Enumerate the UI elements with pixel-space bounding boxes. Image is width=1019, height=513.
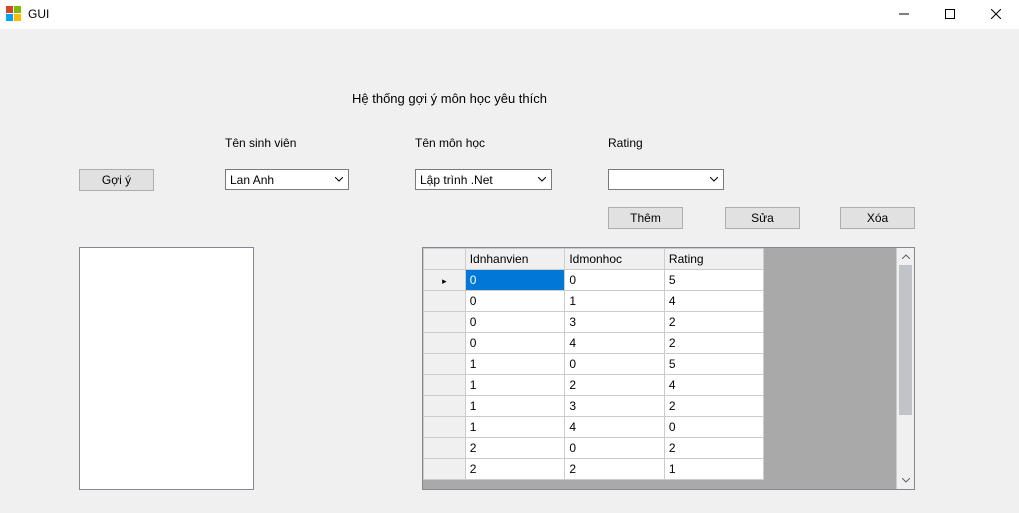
grid-cell[interactable]: 5	[664, 354, 763, 375]
grid-cell-spacer	[764, 354, 896, 375]
page-heading: Hệ thống gợi ý môn học yêu thích	[352, 91, 547, 106]
table-row[interactable]: 014	[424, 291, 896, 312]
student-label: Tên sinh viên	[225, 136, 296, 150]
grid-row-header[interactable]	[424, 291, 466, 312]
grid-cell-spacer	[764, 396, 896, 417]
grid-cell[interactable]: 2	[664, 438, 763, 459]
grid-cell[interactable]: 1	[465, 375, 565, 396]
grid-cell[interactable]: 4	[565, 417, 665, 438]
grid-cell[interactable]: 1	[664, 459, 763, 480]
add-button[interactable]: Thêm	[608, 207, 683, 229]
table-row[interactable]: 202	[424, 438, 896, 459]
grid-cell[interactable]: 0	[565, 438, 665, 459]
grid-cell[interactable]: 2	[664, 312, 763, 333]
grid-cell[interactable]: 0	[465, 291, 565, 312]
grid-cell[interactable]: 0	[664, 417, 763, 438]
maximize-button[interactable]	[927, 0, 973, 28]
table-row[interactable]: 221	[424, 459, 896, 480]
grid-cell[interactable]: 2	[664, 396, 763, 417]
rating-label: Rating	[608, 136, 643, 150]
grid-cell-spacer	[764, 291, 896, 312]
student-combobox[interactable]: Lan Anh	[225, 169, 349, 190]
delete-button[interactable]: Xóa	[840, 207, 915, 229]
window-title: GUI	[28, 7, 49, 21]
suggest-button-label: Gợi ý	[102, 173, 131, 187]
grid-cell-spacer	[764, 438, 896, 459]
grid-scrollbar-vertical[interactable]	[896, 248, 914, 489]
edit-button-label: Sửa	[751, 211, 774, 225]
student-combobox-value: Lan Anh	[230, 173, 274, 187]
grid-cell[interactable]: 0	[565, 354, 665, 375]
grid-cell[interactable]: 0	[465, 312, 565, 333]
table-row[interactable]: 032	[424, 312, 896, 333]
table-row[interactable]: 005	[424, 270, 896, 291]
data-grid[interactable]: Idnhanvien Idmonhoc Rating 0050140320421…	[422, 247, 915, 490]
grid-cell[interactable]: 2	[664, 333, 763, 354]
course-combobox[interactable]: Lập trình .Net	[415, 169, 552, 190]
minimize-button[interactable]	[881, 0, 927, 28]
app-icon	[6, 6, 22, 22]
grid-row-header[interactable]	[424, 396, 466, 417]
grid-cell[interactable]: 5	[664, 270, 763, 291]
grid-cell-spacer	[764, 270, 896, 291]
table-row[interactable]: 132	[424, 396, 896, 417]
rating-combobox[interactable]	[608, 169, 724, 190]
add-button-label: Thêm	[630, 211, 661, 225]
close-button[interactable]	[973, 0, 1019, 28]
chevron-down-icon	[534, 177, 549, 182]
edit-button[interactable]: Sửa	[725, 207, 800, 229]
grid-cell[interactable]: 4	[664, 375, 763, 396]
grid-cell[interactable]: 3	[565, 312, 665, 333]
grid-row-header[interactable]	[424, 375, 466, 396]
results-panel	[79, 247, 254, 490]
grid-cell-spacer	[764, 333, 896, 354]
grid-row-header[interactable]	[424, 459, 466, 480]
grid-header-row: Idnhanvien Idmonhoc Rating	[424, 249, 896, 270]
grid-cell-spacer	[764, 375, 896, 396]
grid-col-header[interactable]: Idmonhoc	[565, 249, 665, 270]
grid-cell-spacer	[764, 459, 896, 480]
grid-cell[interactable]: 1	[465, 417, 565, 438]
grid-col-header-spacer	[764, 249, 896, 270]
grid-cell[interactable]: 1	[565, 291, 665, 312]
grid-corner[interactable]	[424, 249, 466, 270]
course-label: Tên môn học	[415, 136, 485, 150]
delete-button-label: Xóa	[867, 211, 888, 225]
scroll-thumb[interactable]	[899, 265, 912, 415]
grid-cell[interactable]: 0	[465, 333, 565, 354]
grid-cell[interactable]: 4	[664, 291, 763, 312]
title-bar: GUI	[0, 0, 1019, 29]
grid-row-header[interactable]	[424, 417, 466, 438]
grid-cell[interactable]: 0	[565, 270, 665, 291]
grid-cell[interactable]: 1	[465, 396, 565, 417]
grid-cell[interactable]: 2	[465, 438, 565, 459]
grid-cell[interactable]: 0	[465, 270, 565, 291]
table-row[interactable]: 042	[424, 333, 896, 354]
grid-col-header[interactable]: Rating	[664, 249, 763, 270]
grid-row-header[interactable]	[424, 354, 466, 375]
suggest-button[interactable]: Gợi ý	[79, 169, 154, 191]
client-area: Hệ thống gợi ý môn học yêu thích Tên sin…	[0, 29, 1019, 513]
table-row[interactable]: 105	[424, 354, 896, 375]
grid-row-header[interactable]	[424, 312, 466, 333]
scroll-up-button[interactable]	[897, 248, 914, 265]
grid-cell[interactable]: 1	[465, 354, 565, 375]
grid-cell[interactable]: 2	[565, 375, 665, 396]
grid-cell[interactable]: 2	[565, 459, 665, 480]
grid-cell[interactable]: 4	[565, 333, 665, 354]
grid-row-header[interactable]	[424, 438, 466, 459]
grid-col-header[interactable]: Idnhanvien	[465, 249, 565, 270]
grid-cell-spacer	[764, 312, 896, 333]
grid-cell[interactable]: 3	[565, 396, 665, 417]
scroll-down-button[interactable]	[897, 472, 914, 489]
table-row[interactable]: 140	[424, 417, 896, 438]
grid-row-header[interactable]	[424, 333, 466, 354]
table-row[interactable]: 124	[424, 375, 896, 396]
grid-cell[interactable]: 2	[465, 459, 565, 480]
grid-cell-spacer	[764, 417, 896, 438]
grid-row-header[interactable]	[424, 270, 466, 291]
chevron-down-icon	[331, 177, 346, 182]
course-combobox-value: Lập trình .Net	[420, 173, 493, 187]
chevron-down-icon	[706, 177, 721, 182]
